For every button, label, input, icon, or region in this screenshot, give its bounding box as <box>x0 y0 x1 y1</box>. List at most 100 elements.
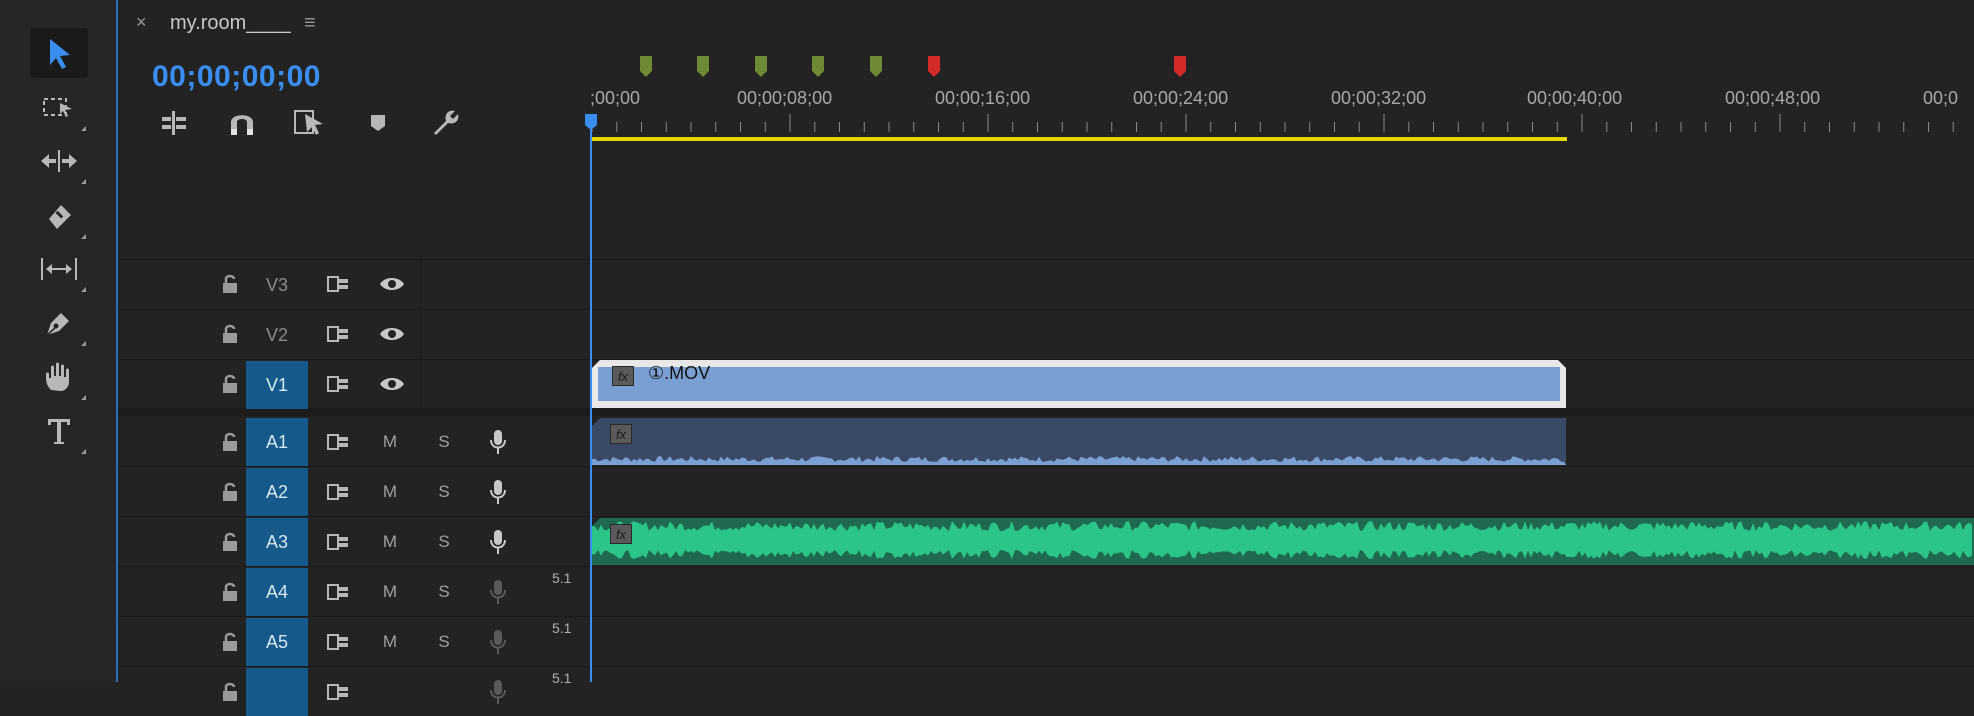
lock-icon[interactable] <box>210 568 250 616</box>
track-select-tool[interactable] <box>30 83 88 133</box>
magnet-icon <box>231 115 253 135</box>
pen-tool[interactable] <box>30 298 88 348</box>
solo-button[interactable]: S <box>424 418 464 466</box>
a1-clip[interactable]: fx <box>592 418 1566 465</box>
lock-icon[interactable] <box>210 468 250 516</box>
v1-clip[interactable]: fx ①.MOV <box>592 360 1566 408</box>
microphone-icon[interactable] <box>478 568 518 616</box>
in-out-range-bar[interactable] <box>590 137 1567 141</box>
time-ruler[interactable]: ;00;00 00;00;08;00 00;00;16;00 00;00;24;… <box>590 88 1974 112</box>
snap-button[interactable] <box>224 106 260 140</box>
track-name-a3[interactable]: A3 <box>246 518 308 566</box>
playhead-line[interactable] <box>590 118 592 682</box>
green-marker[interactable] <box>812 56 824 77</box>
microphone-icon[interactable] <box>478 618 518 666</box>
microphone-icon[interactable] <box>478 668 518 716</box>
hand-icon <box>46 362 69 391</box>
ruler-label: 00;0 <box>1923 88 1959 108</box>
green-marker[interactable] <box>755 56 767 77</box>
fx-icon[interactable]: fx <box>610 524 632 544</box>
ruler-label: 00;00;40;00 <box>1527 88 1623 108</box>
vertical-scrollbar[interactable] <box>1970 150 1974 400</box>
arrow-icon <box>50 39 70 69</box>
sync-lock-icon[interactable] <box>318 310 358 358</box>
sync-lock-icon[interactable] <box>318 260 358 308</box>
solo-button[interactable]: S <box>424 568 464 616</box>
channel-format-label: 5.1 <box>552 620 572 636</box>
ruler-label: 00;00;08;00 <box>737 88 833 108</box>
green-marker[interactable] <box>640 56 652 77</box>
mute-button[interactable]: M <box>370 618 410 666</box>
sync-lock-icon[interactable] <box>318 618 358 666</box>
a3-clip[interactable]: fx <box>592 518 1974 565</box>
lock-icon[interactable] <box>210 418 250 466</box>
track-name-a4[interactable]: A4 <box>246 568 308 616</box>
microphone-icon[interactable] <box>478 518 518 566</box>
waveform-shape <box>592 456 1566 465</box>
eye-icon[interactable] <box>372 310 412 358</box>
type-icon <box>48 419 70 444</box>
eye-icon[interactable] <box>372 360 412 408</box>
lock-icon[interactable] <box>210 518 250 566</box>
razor-tool[interactable] <box>30 191 88 241</box>
slip-tool[interactable] <box>30 244 88 294</box>
sync-lock-icon[interactable] <box>318 668 358 716</box>
lock-icon[interactable] <box>210 260 250 308</box>
red-marker[interactable] <box>928 56 940 77</box>
eye-icon[interactable] <box>372 260 412 308</box>
sequence-tab-title[interactable]: my.room____ <box>170 12 291 35</box>
marker-row <box>590 54 1974 82</box>
selection-tool[interactable] <box>30 28 88 78</box>
microphone-icon[interactable] <box>478 418 518 466</box>
lock-icon[interactable] <box>210 618 250 666</box>
mute-button[interactable]: M <box>370 468 410 516</box>
channel-format-label: 5.1 <box>552 670 572 686</box>
insert-nest-button[interactable] <box>156 106 192 140</box>
track-name-a5[interactable]: A5 <box>246 618 308 666</box>
markers <box>640 56 1186 77</box>
solo-button[interactable]: S <box>424 468 464 516</box>
sync-lock-icon[interactable] <box>318 360 358 408</box>
solo-button[interactable]: S <box>424 618 464 666</box>
sync-lock-icon[interactable] <box>318 568 358 616</box>
nest-icon <box>162 111 186 135</box>
mute-button[interactable]: M <box>370 518 410 566</box>
timeline-settings-button[interactable] <box>428 106 464 140</box>
solo-button[interactable] <box>424 668 464 716</box>
track-name-a6[interactable] <box>246 668 308 716</box>
red-marker[interactable] <box>1174 56 1186 77</box>
track-name-a1[interactable]: A1 <box>246 418 308 466</box>
track-name-v1[interactable]: V1 <box>246 361 308 409</box>
lock-icon[interactable] <box>210 310 250 358</box>
solo-button[interactable]: S <box>424 518 464 566</box>
playhead-timecode[interactable]: 00;00;00;00 <box>152 60 321 94</box>
type-tool[interactable] <box>30 406 88 456</box>
panel-menu-icon[interactable]: ≡ <box>304 12 316 35</box>
sync-lock-icon[interactable] <box>318 518 358 566</box>
mute-button[interactable] <box>370 668 410 716</box>
lock-icon[interactable] <box>210 360 250 408</box>
sync-lock-icon[interactable] <box>318 418 358 466</box>
sync-lock-icon[interactable] <box>318 468 358 516</box>
lock-icon[interactable] <box>210 668 250 716</box>
ripple-edit-tool[interactable] <box>30 136 88 186</box>
clip-label: ①.MOV <box>648 363 711 383</box>
track-name-v3[interactable]: V3 <box>246 261 308 309</box>
mute-button[interactable]: M <box>370 568 410 616</box>
fx-icon[interactable]: fx <box>610 424 632 444</box>
microphone-icon[interactable] <box>478 468 518 516</box>
track-name-v2[interactable]: V2 <box>246 311 308 359</box>
slip-icon <box>41 258 77 280</box>
add-marker-button[interactable] <box>360 106 396 140</box>
clip-corner <box>1558 360 1566 368</box>
hand-tool[interactable] <box>30 352 88 402</box>
close-tab-icon[interactable]: × <box>136 12 147 33</box>
fx-icon[interactable]: fx <box>612 366 634 386</box>
green-marker[interactable] <box>870 56 882 77</box>
marker-icon <box>371 115 385 131</box>
playhead-handle[interactable] <box>585 114 597 130</box>
green-marker[interactable] <box>697 56 709 77</box>
mute-button[interactable]: M <box>370 418 410 466</box>
linked-selection-button[interactable] <box>292 106 328 140</box>
track-name-a2[interactable]: A2 <box>246 468 308 516</box>
